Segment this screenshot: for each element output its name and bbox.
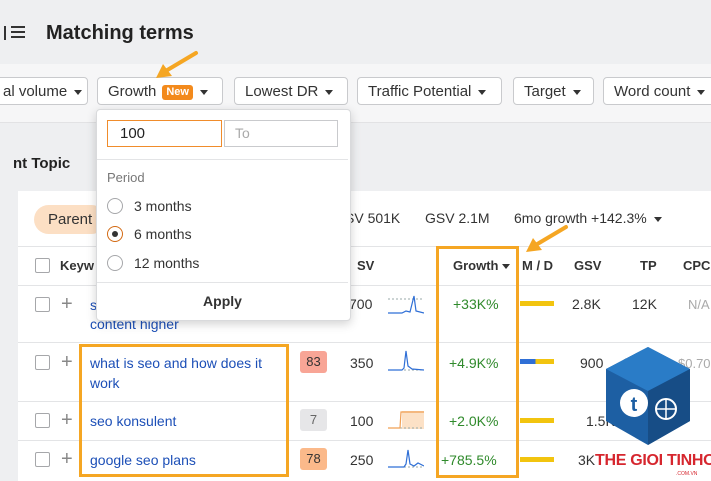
filter-lowest-dr-label: Lowest DR: [245, 83, 319, 100]
filter-traffic-potential-button[interactable]: Traffic Potential: [357, 77, 502, 105]
trend-sparkline: [388, 411, 424, 429]
period-label: Period: [107, 170, 145, 185]
column-tp[interactable]: TP: [640, 258, 657, 273]
period-option-6-months[interactable]: 6 months: [107, 225, 237, 245]
svg-text:t: t: [631, 394, 638, 416]
row-cpc: N/A: [688, 297, 710, 312]
watermark-sub: .COM.VN: [676, 471, 698, 477]
column-sv[interactable]: SV: [357, 258, 374, 273]
md-bar: [520, 359, 554, 364]
filter-word-count-button[interactable]: Word count: [603, 77, 711, 105]
chevron-down-icon: [697, 89, 706, 95]
trend-sparkline: [388, 350, 424, 371]
watermark-cube-logo: t: [606, 347, 690, 445]
divider: [97, 159, 348, 160]
new-badge: New: [162, 85, 193, 100]
md-bar: [520, 301, 554, 306]
column-md[interactable]: M / D: [522, 258, 553, 273]
filter-target-label: Target: [524, 83, 566, 100]
row-checkbox[interactable]: [35, 413, 50, 428]
add-to-list-icon[interactable]: +: [61, 352, 73, 372]
add-to-list-icon[interactable]: +: [61, 410, 73, 430]
row-checkbox[interactable]: [35, 297, 50, 312]
filter-traffic-potential-label: Traffic Potential: [368, 83, 472, 100]
row-gsv: 3K: [578, 452, 596, 468]
column-gsv[interactable]: GSV: [574, 258, 601, 273]
chevron-down-icon: [74, 89, 83, 95]
md-bar: [520, 418, 554, 423]
summary-gsv: GSV 2.1M: [425, 210, 490, 226]
row-sv: 100: [350, 413, 374, 429]
column-keyword[interactable]: Keyw: [60, 258, 94, 273]
md-bar: [520, 457, 554, 462]
filter-word-count-label: Word count: [614, 83, 691, 100]
filter-lowest-dr-button[interactable]: Lowest DR: [234, 77, 348, 105]
summary-sv: SV 501K: [345, 210, 401, 226]
growth-from-input[interactable]: 100: [107, 120, 222, 147]
period-option-label: 3 months: [134, 198, 192, 214]
select-all-checkbox[interactable]: [35, 258, 50, 273]
period-option-label: 12 months: [134, 255, 200, 271]
add-to-list-icon[interactable]: +: [61, 449, 73, 469]
chevron-down-icon: [653, 216, 662, 222]
growth-to-input[interactable]: To: [224, 120, 338, 147]
add-to-list-icon[interactable]: +: [61, 294, 73, 314]
chevron-down-icon: [572, 89, 581, 95]
collapse-edge-icon[interactable]: [0, 26, 6, 40]
page-title: Matching terms: [46, 22, 194, 44]
kd-badge: 83: [300, 351, 327, 373]
row-gsv: 900: [580, 355, 604, 371]
row-tp: 12K: [632, 296, 657, 312]
kd-badge: 7: [300, 409, 327, 431]
period-option-label: 6 months: [134, 226, 192, 242]
filter-target-button[interactable]: Target: [513, 77, 594, 105]
chevron-down-icon: [478, 89, 487, 95]
kd-badge: 78: [300, 448, 327, 470]
filter-growth-label: Growth: [108, 83, 157, 100]
filter-volume-button[interactable]: al volume: [0, 77, 88, 105]
trend-sparkline: [388, 449, 424, 468]
column-cpc[interactable]: CPC: [683, 258, 710, 273]
row-sv: 250: [350, 452, 374, 468]
divider: [18, 342, 711, 343]
period-option-12-months[interactable]: 12 months: [107, 254, 237, 274]
row-sv: 350: [350, 355, 374, 371]
hamburger-menu-icon[interactable]: [11, 26, 25, 40]
annotation-arrow-icon: [156, 51, 198, 78]
row-checkbox[interactable]: [35, 355, 50, 370]
chevron-down-icon: [199, 89, 208, 95]
radio-button[interactable]: [107, 198, 123, 214]
row-checkbox[interactable]: [35, 452, 50, 467]
filter-volume-label: al volume: [3, 83, 68, 100]
row-gsv: 2.8K: [572, 296, 601, 312]
radio-button[interactable]: [107, 255, 123, 271]
period-option-3-months[interactable]: 3 months: [107, 197, 237, 217]
keyword-highlight-box: [79, 344, 289, 477]
row-sv: 700: [349, 296, 373, 312]
watermark-brand: THE GIOI TINHOC: [595, 452, 711, 469]
growth-column-highlight-box: [436, 246, 519, 478]
chevron-down-icon: [325, 89, 334, 95]
section-label: nt Topic: [13, 155, 71, 172]
trend-sparkline: [388, 295, 424, 314]
annotation-arrow-icon: [526, 225, 568, 252]
radio-button-selected[interactable]: [107, 226, 123, 242]
apply-button[interactable]: Apply: [97, 282, 348, 319]
